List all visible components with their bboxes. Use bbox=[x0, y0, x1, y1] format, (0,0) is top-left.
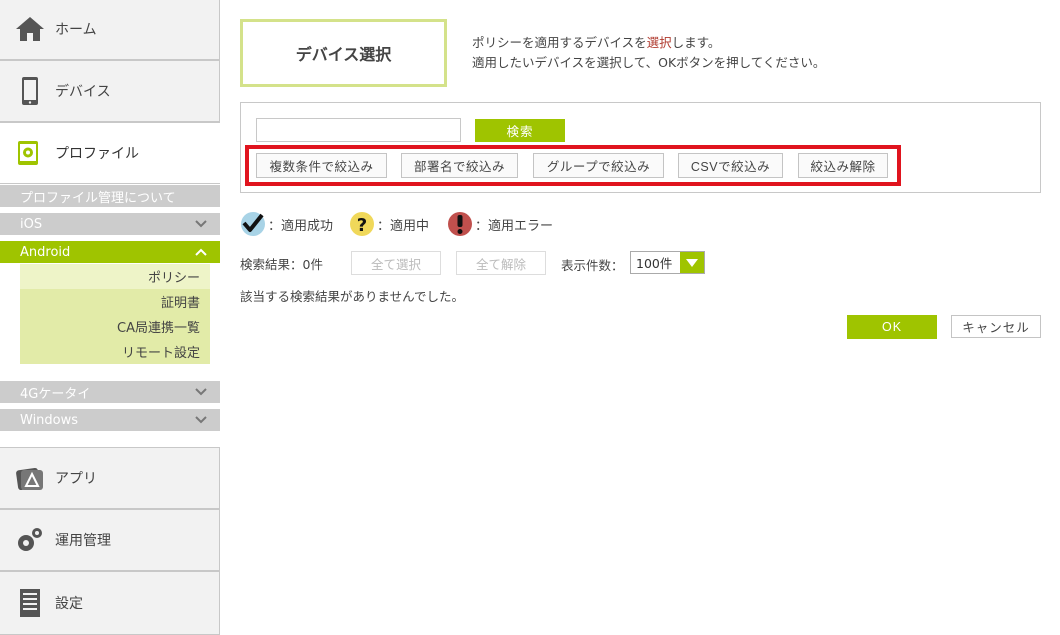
nav-apps[interactable]: アプリ bbox=[0, 447, 220, 509]
multi-condition-filter-button[interactable]: 複数条件で絞込み bbox=[256, 153, 387, 178]
g4-label: 4Gケータイ bbox=[20, 386, 91, 402]
sidebar-4g[interactable]: 4Gケータイ bbox=[0, 381, 220, 403]
legend-error-label: ：適用エラー bbox=[475, 218, 554, 234]
legend-in-progress: ? ：適用中 bbox=[349, 210, 429, 238]
per-page-value: 100件 bbox=[636, 256, 673, 271]
description-line-2: 適用したいデバイスを選択して、OKボタンを押してください。 bbox=[472, 55, 826, 70]
per-page-label: 表示件数： bbox=[561, 258, 624, 273]
description-line-1: ポリシーを適用するデバイスを選択します。 bbox=[472, 33, 825, 53]
legend-success-label: ：適用成功 bbox=[268, 218, 334, 234]
legend-in-progress-label: ：適用中 bbox=[377, 218, 430, 234]
search-button[interactable]: 検索 bbox=[475, 119, 565, 142]
sidebar-item-ca-list[interactable]: CA局連携一覧 bbox=[20, 314, 210, 339]
question-status-icon: ? bbox=[350, 212, 374, 236]
ok-button[interactable]: OK bbox=[847, 315, 937, 339]
select-all-button[interactable]: 全て選択 bbox=[351, 251, 441, 275]
page-title-text: デバイス選択 bbox=[295, 45, 392, 64]
no-result-message: 該当する検索結果がありませんでした。 bbox=[240, 289, 465, 304]
sidebar-ios[interactable]: iOS bbox=[0, 213, 220, 235]
nav-apps-label: アプリ bbox=[55, 471, 97, 487]
profile-gear-icon bbox=[18, 141, 38, 165]
legend-error: ：適用エラー bbox=[447, 210, 553, 238]
certificate-label: 証明書 bbox=[160, 296, 200, 311]
legend-success: ：適用成功 bbox=[240, 210, 333, 238]
result-count: 検索結果：0件 bbox=[240, 257, 323, 272]
profile-about-label: プロファイル管理について bbox=[20, 190, 176, 206]
nav-home[interactable]: ホーム bbox=[0, 0, 220, 60]
chevron-up-icon bbox=[195, 248, 207, 256]
android-label: Android bbox=[20, 244, 71, 260]
ca-list-label: CA局連携一覧 bbox=[117, 321, 200, 336]
dropdown-arrow-icon bbox=[680, 252, 704, 273]
csv-filter-button[interactable]: CSVで絞込み bbox=[678, 153, 783, 178]
apps-icon bbox=[16, 467, 43, 491]
per-page-select[interactable]: 100件 bbox=[630, 251, 705, 274]
nav-devices-label: デバイス bbox=[55, 84, 111, 100]
remote-settings-label: リモート設定 bbox=[121, 346, 200, 361]
sidebar-profile-about[interactable]: プロファイル管理について bbox=[0, 185, 220, 207]
sidebar: ホーム デバイス プロファイル プロファイル管理について iOS Android bbox=[0, 0, 220, 635]
chevron-down-icon bbox=[195, 416, 207, 424]
svg-text:?: ? bbox=[357, 215, 367, 236]
nav-operations[interactable]: 運用管理 bbox=[0, 509, 220, 571]
windows-label: Windows bbox=[20, 412, 79, 428]
sidebar-windows[interactable]: Windows bbox=[0, 409, 220, 431]
nav-home-label: ホーム bbox=[55, 22, 97, 38]
page-description: ポリシーを適用するデバイスを選択します。 適用したいデバイスを選択して、OKボタ… bbox=[472, 33, 825, 73]
page-title: デバイス選択 bbox=[240, 19, 447, 87]
check-status-icon bbox=[241, 212, 265, 236]
desc-post: します。 bbox=[671, 35, 721, 50]
nav-profiles-label: プロファイル bbox=[55, 146, 139, 162]
policy-label: ポリシー bbox=[147, 271, 200, 286]
nav-operations-label: 運用管理 bbox=[55, 533, 111, 549]
cancel-button[interactable]: キャンセル bbox=[951, 315, 1041, 338]
chevron-down-icon bbox=[195, 220, 207, 228]
desc-highlight: 選択 bbox=[646, 35, 672, 50]
nav-profiles[interactable]: プロファイル bbox=[0, 122, 220, 184]
sidebar-android[interactable]: Android bbox=[0, 241, 220, 263]
chevron-down-icon bbox=[195, 388, 207, 396]
home-icon bbox=[16, 17, 44, 41]
desc-pre: ポリシーを適用するデバイスを bbox=[472, 35, 647, 50]
nav-settings-label: 設定 bbox=[55, 596, 83, 612]
department-filter-button[interactable]: 部署名で絞込み bbox=[401, 153, 518, 178]
search-input[interactable] bbox=[256, 118, 461, 142]
nav-devices[interactable]: デバイス bbox=[0, 60, 220, 122]
clear-filter-button[interactable]: 絞込み解除 bbox=[798, 153, 888, 178]
document-icon bbox=[20, 589, 40, 617]
smartphone-icon bbox=[22, 77, 38, 105]
group-filter-button[interactable]: グループで絞込み bbox=[533, 153, 664, 178]
ios-label: iOS bbox=[20, 216, 43, 232]
sidebar-item-certificate[interactable]: 証明書 bbox=[20, 289, 210, 314]
gears-icon bbox=[18, 528, 42, 551]
sidebar-item-policy[interactable]: ポリシー bbox=[20, 264, 210, 289]
deselect-all-button[interactable]: 全て解除 bbox=[456, 251, 546, 275]
nav-settings[interactable]: 設定 bbox=[0, 571, 220, 635]
error-status-icon bbox=[448, 212, 472, 236]
sidebar-item-remote-settings[interactable]: リモート設定 bbox=[20, 339, 210, 364]
